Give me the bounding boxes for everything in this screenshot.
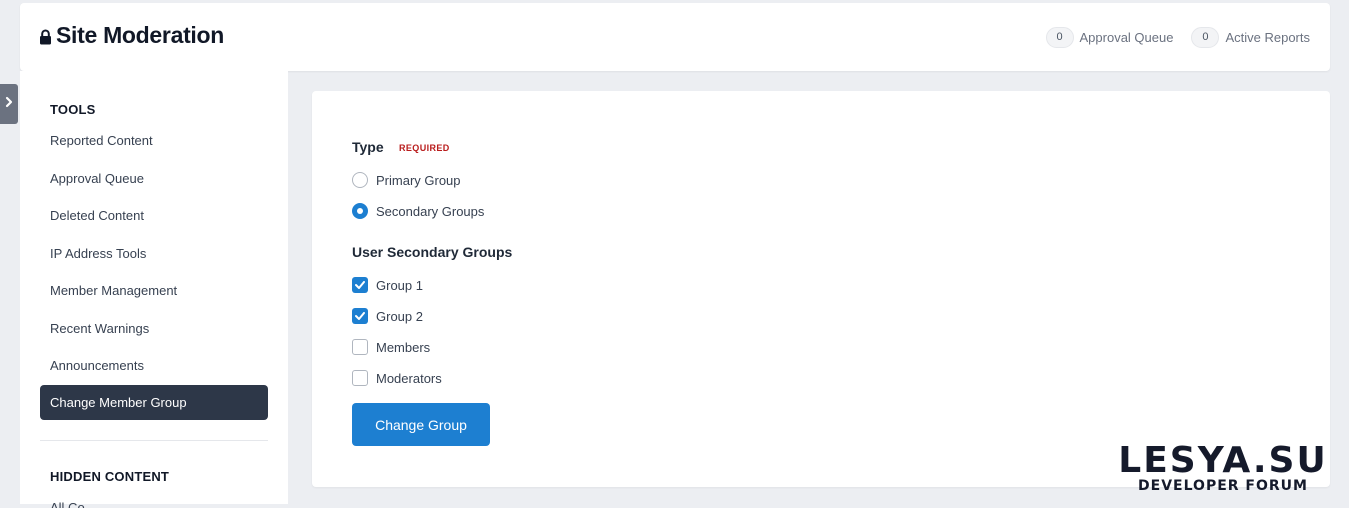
checkbox-group-2-control[interactable] [352,308,368,324]
radio-primary-group-label: Primary Group [376,172,461,188]
lock-icon [39,29,52,45]
checkbox-group-1[interactable]: Group 1 [352,276,423,294]
sidebar-item-announcements[interactable]: Announcements [40,348,268,383]
radio-secondary-groups-label: Secondary Groups [376,203,485,219]
sidebar-item-change-member-group[interactable]: Change Member Group [40,385,268,420]
sidebar-item-approval-queue[interactable]: Approval Queue [40,161,268,196]
checkbox-moderators-control[interactable] [352,370,368,386]
radio-secondary-groups-control[interactable] [352,203,368,219]
type-label: Type [352,139,384,155]
sidebar-heading-hidden-content: HIDDEN CONTENT [50,469,170,484]
checkmark-icon [355,281,365,289]
watermark: LESYA.SU DEVELOPER FORUM [1103,440,1343,495]
approval-queue-count: 0 [1045,27,1074,48]
sidebar-item-recent-warnings[interactable]: Recent Warnings [40,311,268,346]
required-badge: REQUIRED [399,143,450,153]
page-header: Site Moderation 0 Approval Queue 0 Activ… [20,3,1330,71]
sidebar-heading-tools: TOOLS [50,102,96,117]
radio-primary-group[interactable]: Primary Group [352,171,461,189]
change-group-form: Type REQUIRED Primary Group Secondary Gr… [312,91,1330,487]
radio-primary-group-control[interactable] [352,172,368,188]
sidebar: TOOLS Reported Content Approval Queue De… [20,71,288,508]
sidebar-divider [40,440,268,441]
change-group-button[interactable]: Change Group [352,403,490,446]
checkbox-group-2[interactable]: Group 2 [352,307,423,325]
checkbox-group-2-label: Group 2 [376,308,423,324]
page-title: Site Moderation [39,22,224,49]
radio-secondary-groups[interactable]: Secondary Groups [352,202,484,220]
sidebar-item-deleted-content[interactable]: Deleted Content [40,198,268,233]
checkmark-icon [355,312,365,320]
user-secondary-groups-label: User Secondary Groups [352,244,513,260]
active-reports-link[interactable]: 0 Active Reports [1191,27,1310,48]
header-stats: 0 Approval Queue 0 Active Reports [1045,27,1310,48]
checkbox-members-control[interactable] [352,339,368,355]
checkbox-moderators-label: Moderators [376,370,442,386]
active-reports-count: 0 [1191,27,1220,48]
checkbox-moderators[interactable]: Moderators [352,369,442,387]
sidebar-item-reported-content[interactable]: Reported Content [40,123,268,158]
checkbox-members[interactable]: Members [352,338,430,356]
checkbox-group-1-control[interactable] [352,277,368,293]
approval-queue-label: Approval Queue [1079,30,1174,45]
sidebar-toggle-button[interactable] [0,84,18,124]
sidebar-item-member-management[interactable]: Member Management [40,273,268,308]
active-reports-label: Active Reports [1225,30,1310,45]
page-title-text: Site Moderation [56,22,225,48]
sidebar-item-all-content[interactable]: All Co [50,498,90,508]
approval-queue-link[interactable]: 0 Approval Queue [1045,27,1174,48]
sidebar-item-ip-address-tools[interactable]: IP Address Tools [40,236,268,271]
checkbox-members-label: Members [376,339,431,355]
watermark-subtitle: DEVELOPER FORUM [1138,478,1308,494]
chevron-right-icon [4,95,14,113]
checkbox-group-1-label: Group 1 [376,277,423,293]
watermark-logo: LESYA.SU [1118,440,1328,481]
